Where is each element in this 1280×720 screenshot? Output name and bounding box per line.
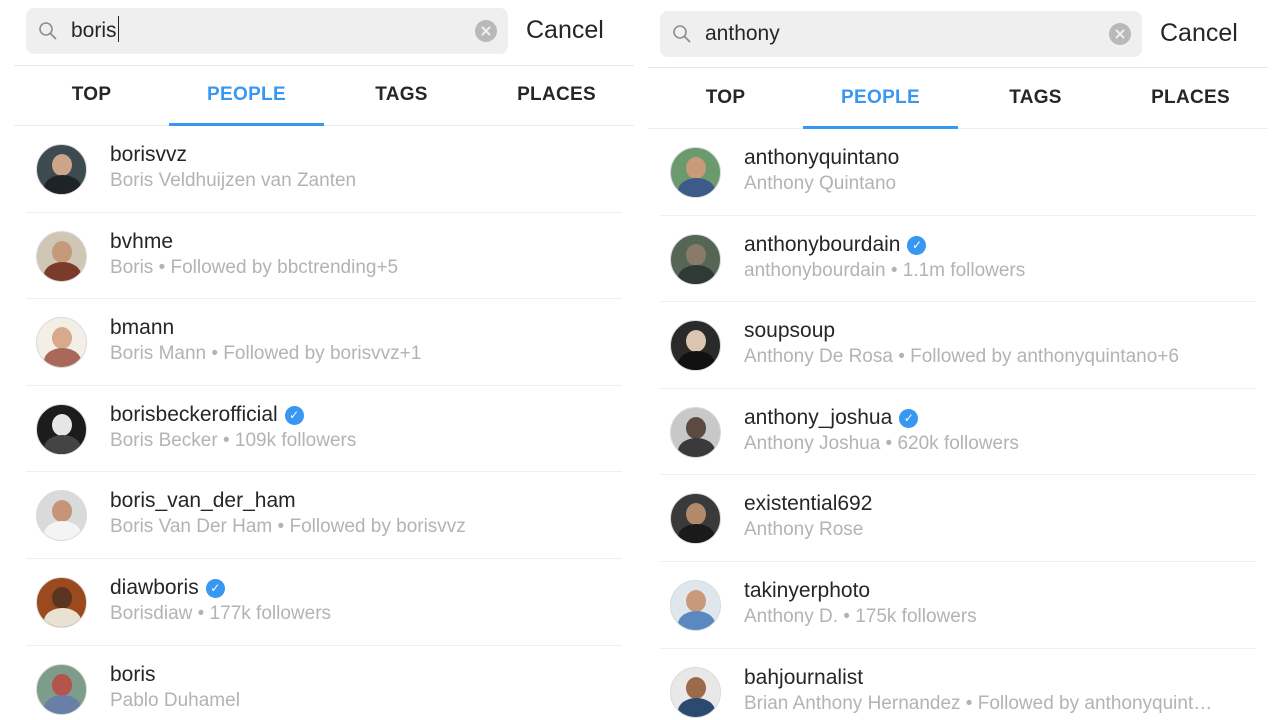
cancel-button[interactable]: Cancel: [526, 16, 604, 45]
full-name: Borisdiaw • 177k followers: [110, 602, 332, 624]
full-name: Anthony Rose: [744, 519, 864, 541]
list-item[interactable]: anthonybourdain ✓ anthonybourdain • 1.1m …: [660, 216, 1256, 303]
username: bmann: [110, 316, 175, 340]
search-bar: anthony Cancel: [648, 0, 1268, 68]
tab-people[interactable]: PEOPLE: [169, 66, 324, 126]
search-icon: [39, 22, 57, 40]
tab-places[interactable]: PLACES: [1113, 69, 1268, 128]
full-name: Boris Veldhuijzen van Zanten: [110, 170, 357, 191]
full-name: Anthony De Rosa • Followed by anthonyqui…: [744, 346, 1179, 368]
avatar: [36, 490, 87, 542]
full-name: Anthony Quintano: [744, 173, 897, 194]
search-query[interactable]: boris: [71, 8, 119, 54]
username: borisvvz: [110, 143, 188, 166]
username: boris: [110, 662, 156, 686]
cancel-button[interactable]: Cancel: [1160, 19, 1238, 48]
list-item[interactable]: takinyerphoto Anthony D. • 175k follower…: [660, 562, 1256, 649]
avatar: [36, 317, 87, 369]
username: anthony_joshua ✓: [744, 406, 919, 430]
search-icon: [673, 25, 691, 43]
list-item[interactable]: boris Pablo Duhamel: [26, 646, 622, 720]
list-item[interactable]: bahjournalist Brian Anthony Hernandez • …: [660, 649, 1256, 720]
username: diawboris ✓: [110, 576, 225, 600]
username: anthonyquintano: [744, 146, 900, 169]
search-bar: boris Cancel: [14, 0, 634, 66]
list-item[interactable]: diawboris ✓ Borisdiaw • 177k followers: [26, 559, 622, 646]
search-tabs: TOP PEOPLE TAGS PLACES: [14, 66, 634, 126]
avatar: [36, 663, 87, 715]
search-tabs: TOP PEOPLE TAGS PLACES: [648, 69, 1268, 129]
search-input[interactable]: boris: [26, 8, 508, 54]
avatar: [670, 406, 721, 458]
search-panel-left: boris Cancel TOP PEOPLE TAGS PLACES bori…: [14, 0, 634, 720]
tab-tags[interactable]: TAGS: [324, 66, 479, 125]
tab-tags[interactable]: TAGS: [958, 69, 1113, 128]
avatar: [670, 320, 721, 372]
tab-top[interactable]: TOP: [648, 69, 803, 128]
avatar: [36, 230, 87, 282]
username: boris_van_der_ham: [110, 489, 296, 513]
full-name: Boris Mann • Followed by borisvvz+1: [110, 343, 422, 365]
avatar: [670, 666, 721, 718]
tab-top[interactable]: TOP: [14, 66, 169, 125]
clear-icon[interactable]: [1109, 23, 1131, 45]
username: borisbeckerofficial ✓: [110, 403, 304, 427]
full-name: anthonybourdain • 1.1m followers: [744, 259, 1026, 281]
username: takinyerphoto: [744, 578, 871, 602]
full-name: Pablo Duhamel: [110, 689, 240, 711]
avatar: [670, 579, 721, 631]
text-cursor: [117, 16, 119, 43]
list-item[interactable]: soupsoup Anthony De Rosa • Followed by a…: [660, 302, 1256, 389]
avatar: [670, 147, 721, 198]
clear-icon[interactable]: [475, 20, 497, 42]
verified-badge-icon: ✓: [899, 408, 919, 428]
username: bvhme: [110, 229, 174, 253]
avatar: [36, 403, 87, 455]
search-panel-right: anthony Cancel TOP PEOPLE TAGS PLACES an…: [648, 0, 1268, 720]
people-results-list: anthonyquintano Anthony Quintano anthony…: [660, 129, 1256, 720]
avatar: [36, 576, 87, 628]
username: soupsoup: [744, 319, 836, 343]
full-name: Anthony Joshua • 620k followers: [744, 432, 1019, 454]
avatar: [670, 233, 721, 285]
tab-places[interactable]: PLACES: [479, 66, 634, 125]
username: anthonybourdain ✓: [744, 233, 927, 257]
list-item[interactable]: bmann Boris Mann • Followed by borisvvz+…: [26, 299, 622, 386]
full-name: Anthony D. • 175k followers: [744, 605, 977, 627]
username: existential692: [744, 492, 873, 516]
verified-badge-icon: ✓: [907, 235, 927, 255]
list-item[interactable]: borisbeckerofficial ✓ Boris Becker • 109k…: [26, 386, 622, 473]
verified-badge-icon: ✓: [284, 405, 304, 425]
list-item[interactable]: anthonyquintano Anthony Quintano: [660, 129, 1256, 216]
avatar: [670, 493, 721, 545]
search-input[interactable]: anthony: [660, 11, 1142, 57]
people-results-list: borisvvz Boris Veldhuijzen van Zanten bv…: [26, 126, 622, 720]
list-item[interactable]: anthony_joshua ✓ Anthony Joshua • 620k fo…: [660, 389, 1256, 476]
search-query[interactable]: anthony: [705, 11, 780, 57]
full-name: Brian Anthony Hernandez • Followed by an…: [744, 692, 1213, 714]
username: bahjournalist: [744, 665, 864, 689]
full-name: Boris • Followed by bbctrending+5: [110, 256, 399, 278]
list-item[interactable]: existential692 Anthony Rose: [660, 475, 1256, 562]
full-name: Boris Becker • 109k followers: [110, 429, 357, 451]
avatar: [36, 144, 87, 195]
tab-people[interactable]: PEOPLE: [803, 69, 958, 129]
full-name: Boris Van Der Ham • Followed by borisvvz: [110, 516, 466, 538]
list-item[interactable]: borisvvz Boris Veldhuijzen van Zanten: [26, 126, 622, 213]
list-item[interactable]: boris_van_der_ham Boris Van Der Ham • Fo…: [26, 472, 622, 559]
verified-badge-icon: ✓: [205, 578, 225, 598]
list-item[interactable]: bvhme Boris • Followed by bbctrending+5: [26, 213, 622, 300]
